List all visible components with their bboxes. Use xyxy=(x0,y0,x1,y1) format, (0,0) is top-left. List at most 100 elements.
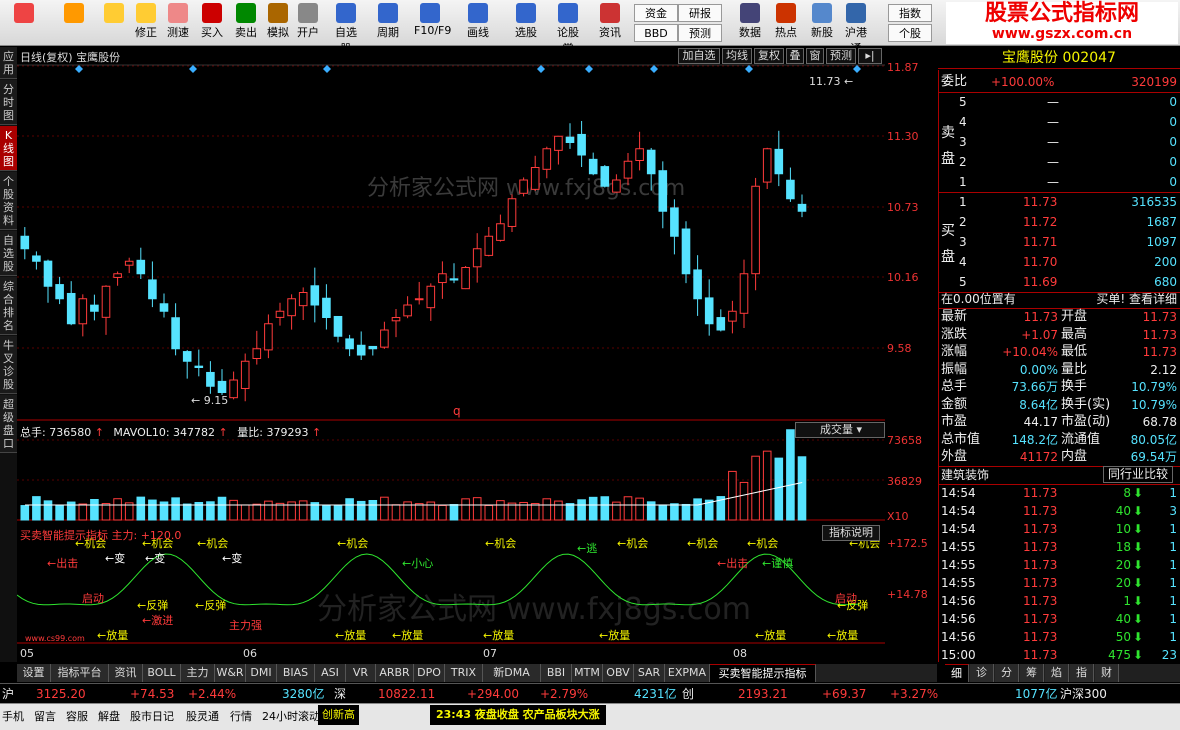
indicator-tab-12[interactable]: TRIX xyxy=(445,664,483,682)
indicator-tab-5[interactable]: W&R xyxy=(215,664,246,682)
kline-chart-area[interactable]: 分析家公式网 www.fxj8gs.com 分析家公式网 www.fxj8gs.c… xyxy=(16,47,885,662)
toolbar-button-19[interactable]: 新股 xyxy=(806,3,838,45)
indicator-tab-16[interactable]: OBV xyxy=(603,664,634,682)
toolbar-button-1[interactable] xyxy=(8,3,40,45)
toolbar-button-17[interactable]: 数据 xyxy=(734,3,766,45)
status-item-6[interactable]: 行情 xyxy=(230,708,252,724)
indicator-tab-7[interactable]: BIAS xyxy=(277,664,315,682)
indicator-tab-6[interactable]: DMI xyxy=(246,664,277,682)
side-tab-0[interactable]: 应用 xyxy=(0,47,17,79)
status-item-5[interactable]: 股灵通 xyxy=(186,708,219,724)
toolbar-button-4[interactable]: 修正 xyxy=(130,3,162,45)
pen-label: 画线 xyxy=(467,26,489,39)
status-item-3[interactable]: 解盘 xyxy=(98,708,120,724)
stat-row: 涨跌 +1.07 最高 11.73 xyxy=(941,326,1177,342)
toolbar-button-18[interactable]: 热点 xyxy=(770,3,802,45)
chart-btn-1[interactable]: 均线 xyxy=(722,48,752,64)
indicator-signal: ←反弹 xyxy=(137,598,168,612)
stat-row: 总手 73.66万 换手 10.79% xyxy=(941,379,1177,394)
toolbar-small-button-2[interactable]: 研报 xyxy=(678,4,722,22)
indicator-tab-17[interactable]: SAR xyxy=(634,664,665,682)
indicator-tab-14[interactable]: BBI xyxy=(541,664,572,682)
indicator-signal: ←谨慎 xyxy=(762,556,793,570)
quote-sub-tab-4[interactable]: 焰 xyxy=(1045,664,1069,682)
toolbar-button-12[interactable]: F10/F9 xyxy=(414,3,451,45)
status-item-1[interactable]: 留言 xyxy=(34,708,56,724)
hot-icon xyxy=(776,3,796,23)
indicator-tab-19[interactable]: 买卖智能提示指标 xyxy=(710,664,816,682)
toolbar-button-2[interactable] xyxy=(58,3,90,45)
toolbar-button-13[interactable]: 画线 xyxy=(462,3,494,45)
toolbar-small-button-4[interactable]: 指数 xyxy=(888,4,932,22)
quote-sub-tab-6[interactable]: 财 xyxy=(1095,664,1119,682)
side-tab-2[interactable]: K线图 xyxy=(0,126,17,171)
quote-sub-tab-1[interactable]: 诊 xyxy=(970,664,994,682)
lock-label: 开户 xyxy=(297,26,319,39)
side-tab-4[interactable]: 自选股 xyxy=(0,231,17,276)
indicator-tab-0[interactable]: 设置 xyxy=(17,664,51,682)
volume-bar xyxy=(171,497,180,521)
indicator-tab-4[interactable]: 主力 xyxy=(181,664,215,682)
side-tab-3[interactable]: 个股资料 xyxy=(0,172,17,230)
indicator-tab-18[interactable]: EXPMA xyxy=(665,664,710,682)
toolbar-small-button-1[interactable]: BBD xyxy=(634,24,678,42)
toolbar-button-16[interactable]: 资讯 xyxy=(594,3,626,45)
toolbar-button-14[interactable]: 选股 xyxy=(510,3,542,45)
indicator-tab-13[interactable]: 新DMA xyxy=(483,664,541,682)
indicator-tab-15[interactable]: MTM xyxy=(572,664,603,682)
toolbar-small-button-3[interactable]: 预测 xyxy=(678,24,722,42)
toolbar-button-11[interactable]: 周期 xyxy=(372,3,404,45)
news-scroll[interactable]: 23:43 夜盘收盘 农产品板块大涨 xyxy=(430,705,606,725)
toolbar-button-8[interactable]: 模拟 xyxy=(262,3,294,45)
volume-bar xyxy=(542,498,552,521)
expand-icon[interactable]: ▸| xyxy=(858,48,882,64)
toolbar-small-button-0[interactable]: 资金 xyxy=(634,4,678,22)
toolbar-button-3[interactable] xyxy=(98,3,130,45)
indicator-tab-8[interactable]: ASI xyxy=(315,664,346,682)
quote-sub-tab-0[interactable]: 细 xyxy=(945,664,969,682)
volume-bar xyxy=(449,504,459,521)
indicator-tab-10[interactable]: ARBR xyxy=(376,664,414,682)
indicator-signal: 启动 xyxy=(835,592,857,605)
side-tabs: 应用分时图K线图个股资料自选股综合排名牛叉诊股超级盘口 xyxy=(0,47,17,662)
indicator-tab-3[interactable]: BOLL xyxy=(143,664,181,682)
indicator-tab-2[interactable]: 资讯 xyxy=(109,664,143,682)
status-item-2[interactable]: 容服 xyxy=(66,708,88,724)
toolbar-button-6[interactable]: 买入 xyxy=(196,3,228,45)
status-item-0[interactable]: 手机 xyxy=(2,708,24,724)
stat-row: 最新 11.73 开盘 11.73 xyxy=(941,309,1177,324)
chart-btn-4[interactable]: 窗 xyxy=(806,48,824,64)
toolbar-button-10[interactable]: 自选股 xyxy=(330,3,362,55)
toolbar-button-7[interactable]: 卖出 xyxy=(230,3,262,45)
chart-btn-2[interactable]: 复权 xyxy=(754,48,784,64)
side-tab-5[interactable]: 综合排名 xyxy=(0,277,17,335)
side-tab-7[interactable]: 超级盘口 xyxy=(0,395,17,453)
quote-sub-tab-5[interactable]: 指 xyxy=(1070,664,1094,682)
chart-btn-3[interactable]: 叠 xyxy=(786,48,804,64)
sh-label: 沪 xyxy=(2,687,15,701)
toolbar-button-9[interactable]: 开户 xyxy=(292,3,324,45)
status-item-7[interactable]: 24小时滚动 xyxy=(262,708,320,724)
toolbar-small-button-5[interactable]: 个股 xyxy=(888,24,932,42)
indicator-signal: ←机会 xyxy=(617,536,648,550)
f10-icon xyxy=(420,3,440,23)
toolbar-button-5[interactable]: 测速 xyxy=(162,3,194,45)
side-tab-6[interactable]: 牛叉诊股 xyxy=(0,336,17,394)
toolbar-button-20[interactable]: 沪港通 xyxy=(840,3,872,55)
indicator-tab-1[interactable]: 指标平台 xyxy=(51,664,109,682)
toolbar-button-15[interactable]: 论股堂 xyxy=(552,3,584,55)
side-tab-1[interactable]: 分时图 xyxy=(0,80,17,125)
quote-sub-tab-3[interactable]: 筹 xyxy=(1020,664,1044,682)
refresh-icon xyxy=(136,3,156,23)
chart-btn-5[interactable]: 预测 xyxy=(826,48,856,64)
indicator-help-button[interactable]: 指标说明 xyxy=(822,525,880,541)
chart-btn-0[interactable]: 加自选 xyxy=(678,48,720,64)
tick-row: 14:54 11.73 40 ⬇ 3 xyxy=(941,504,1177,518)
indicator-tab-11[interactable]: DPO xyxy=(414,664,445,682)
status-item-4[interactable]: 股市日记 xyxy=(130,708,174,724)
indicator-tab-9[interactable]: VR xyxy=(346,664,376,682)
quote-sub-tab-2[interactable]: 分 xyxy=(995,664,1019,682)
down-arrow-icon: ⬇ xyxy=(1132,540,1143,554)
candle xyxy=(600,165,610,188)
volume-selector[interactable]: 成交量 ▾ xyxy=(795,422,885,438)
